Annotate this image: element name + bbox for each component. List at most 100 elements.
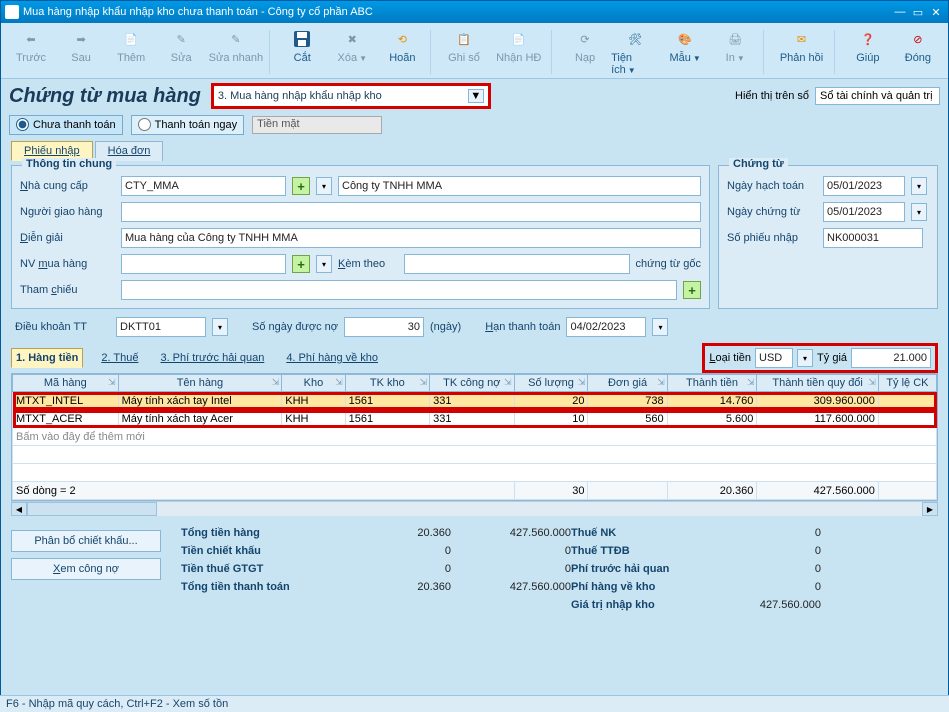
col-amt[interactable]: Thành tiền⇲	[667, 375, 757, 392]
accdate-cal[interactable]: ▾	[911, 177, 927, 195]
mode-select[interactable]: 3. Mua hàng nhập khẩu nhập kho ▼	[211, 83, 491, 109]
maximize-button[interactable]: ▭	[910, 5, 926, 19]
pay-conv: 427.560.000	[451, 581, 571, 593]
supplier-name-field[interactable]	[338, 176, 701, 196]
edit-button[interactable]: ✎Sửa	[157, 26, 205, 78]
term-label: Điều khoản TT	[15, 321, 110, 333]
emp-add-button[interactable]: +	[292, 255, 310, 273]
vdate-cal[interactable]: ▾	[911, 203, 927, 221]
due-cal[interactable]: ▾	[652, 318, 668, 336]
attach-label: Kèm theo	[338, 258, 398, 270]
paidnow-radio[interactable]: Thanh toán ngay	[131, 115, 245, 135]
vno-field[interactable]	[823, 228, 923, 248]
goods-label: Tổng tiền hàng	[181, 527, 361, 539]
desc-field[interactable]	[121, 228, 701, 248]
prev-button[interactable]: ⬅Trước	[7, 26, 55, 78]
delete-button[interactable]: ✖Xóa▼	[328, 26, 376, 78]
add-row[interactable]: Bấm vào đây để thêm mới	[13, 428, 937, 446]
pay-label: Tổng tiền thanh toán	[181, 581, 361, 593]
titlebar: Mua hàng nhập khẩu nhập kho chưa thanh t…	[1, 1, 948, 23]
rate-label: Tỷ giá	[817, 352, 847, 364]
days-field[interactable]	[344, 317, 424, 337]
rate-box: Loại tiền ▾ Tỷ giá	[702, 343, 938, 373]
table-row	[13, 446, 937, 464]
vdate-field[interactable]	[823, 202, 905, 222]
col-wh[interactable]: Kho⇲	[282, 375, 345, 392]
book-select[interactable]: Sổ tài chính và quản trị	[815, 87, 940, 105]
quickedit-button[interactable]: ✎Sửa nhanh	[207, 26, 264, 78]
scroll-left[interactable]: ◀	[11, 502, 27, 516]
supplier-label: Nhà cung cấp	[20, 180, 115, 192]
table-row	[13, 464, 937, 482]
gt-goods[interactable]: 1. Hàng tiền	[11, 348, 83, 368]
prefee-val: 0	[721, 563, 821, 575]
help-button[interactable]: ❓Giúp	[844, 26, 892, 78]
term-dd[interactable]: ▾	[212, 318, 228, 336]
add-button[interactable]: 📄Thêm	[107, 26, 155, 78]
cur-field[interactable]	[755, 348, 793, 368]
template-button[interactable]: 🎨Mẫu▼	[661, 26, 709, 78]
table-row[interactable]: MTXT_INTELMáy tính xách tay IntelKHH 156…	[13, 392, 937, 410]
print-button[interactable]: 🖨In▼	[711, 26, 759, 78]
attach-field[interactable]	[404, 254, 630, 274]
col-price[interactable]: Đơn giá⇲	[588, 375, 667, 392]
load-button[interactable]: ⟳Nạp	[561, 26, 609, 78]
due-field[interactable]	[566, 317, 646, 337]
impduty-val: 0	[721, 527, 821, 539]
col-qty[interactable]: Số lượng⇲	[514, 375, 588, 392]
prefee-label: Phí trước hải quan	[571, 563, 721, 575]
recv-button[interactable]: 📄Nhận HĐ	[490, 26, 547, 78]
gt-tax[interactable]: 2. Thuế	[97, 349, 142, 367]
inval-val: 427.560.000	[721, 599, 821, 611]
emp-dd[interactable]: ▾	[316, 255, 332, 273]
scroll-thumb[interactable]	[27, 502, 157, 516]
emp-field[interactable]	[121, 254, 286, 274]
col-disc[interactable]: Tỷ lệ CK	[878, 375, 936, 392]
table-row[interactable]: MTXT_ACERMáy tính xách tay AcerKHH 15613…	[13, 410, 937, 428]
ref-field[interactable]	[121, 280, 677, 300]
gt-whfee[interactable]: 4. Phí hàng về kho	[282, 349, 382, 367]
accdate-field[interactable]	[823, 176, 905, 196]
rate-field[interactable]	[851, 348, 931, 368]
disc-label: Tiền chiết khấu	[181, 545, 361, 557]
whfee-label: Phí hàng về kho	[571, 581, 721, 593]
supplier-field[interactable]	[121, 176, 286, 196]
feedback-button[interactable]: ✉Phản hồi	[773, 26, 830, 78]
impduty-label: Thuế NK	[571, 527, 721, 539]
close-window-button[interactable]: ✕	[928, 5, 944, 19]
undo-button[interactable]: ⟲Hoãn	[378, 26, 426, 78]
next-button[interactable]: ➡Sau	[57, 26, 105, 78]
terms-row: Điều khoản TT ▾ Số ngày được nợ (ngày) H…	[1, 315, 948, 343]
scroll-right[interactable]: ▶	[922, 502, 938, 516]
cur-dd[interactable]: ▾	[797, 349, 813, 367]
supplier-add-button[interactable]: +	[292, 177, 310, 195]
save-button[interactable]: Cắt	[278, 26, 326, 78]
gt-prefee[interactable]: 3. Phí trước hải quan	[156, 349, 268, 367]
col-name[interactable]: Tên hàng⇲	[118, 375, 282, 392]
excise-label: Thuế TTĐB	[571, 545, 721, 557]
chevron-down-icon: ▼	[468, 89, 484, 103]
h-scrollbar[interactable]: ◀ ▶	[11, 501, 938, 516]
disc-conv: 0	[451, 545, 571, 557]
save-icon	[291, 28, 313, 50]
col-apacc[interactable]: TK công nợ⇲	[430, 375, 514, 392]
term-field[interactable]	[116, 317, 206, 337]
minimize-button[interactable]: —	[892, 5, 908, 19]
ref-add-button[interactable]: +	[683, 281, 701, 299]
supplier-dd[interactable]: ▾	[316, 177, 332, 195]
deliverer-field[interactable]	[121, 202, 701, 222]
col-amtconv[interactable]: Thành tiền quy đổi⇲	[757, 375, 878, 392]
goods-conv: 427.560.000	[451, 527, 571, 539]
close-button[interactable]: ⊘Đóng	[894, 26, 942, 78]
debt-button[interactable]: Xem công nợ	[11, 558, 161, 580]
util-button[interactable]: 🛠Tiện ích▼	[611, 26, 659, 78]
unpaid-radio[interactable]: Chưa thanh toán	[9, 115, 123, 135]
general-info-panel: Thông tin chung Nhà cung cấp + ▾ Người g…	[11, 165, 710, 309]
goods-val: 20.360	[361, 527, 451, 539]
alloc-button[interactable]: Phân bổ chiết khấu...	[11, 530, 161, 552]
col-invacc[interactable]: TK kho⇲	[345, 375, 429, 392]
post-button[interactable]: 📋Ghi sổ	[440, 26, 488, 78]
col-code[interactable]: Mã hàng⇲	[13, 375, 119, 392]
payment-radio-row: Chưa thanh toán Thanh toán ngay Tiền mặt	[1, 113, 948, 139]
vat-conv: 0	[451, 563, 571, 575]
